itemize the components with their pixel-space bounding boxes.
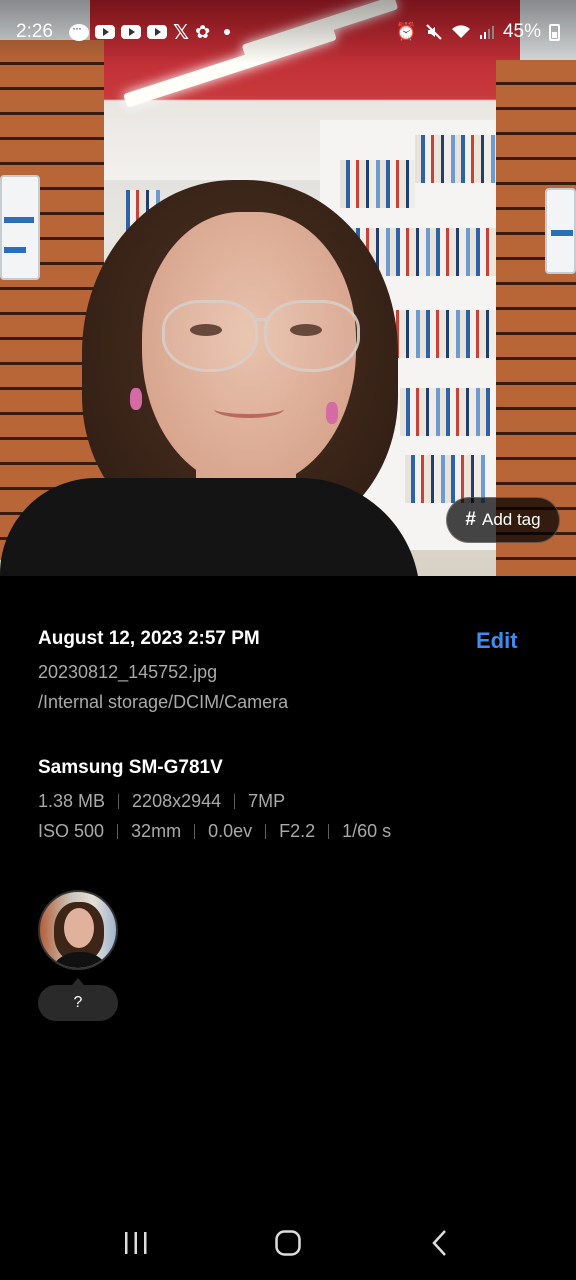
face-thumbnail[interactable] xyxy=(38,890,118,970)
camera-shutter-speed: 1/60 s xyxy=(342,821,392,841)
hash-icon: # xyxy=(465,509,476,530)
recents-button[interactable] xyxy=(106,1213,166,1273)
file-megapixels: 7MP xyxy=(248,791,286,811)
status-bar: 2:26 𝕏 ✿ ⏰ 45% xyxy=(0,0,576,64)
unknown-person-label[interactable]: ? xyxy=(38,978,118,1021)
separator xyxy=(265,824,267,839)
photo-books xyxy=(340,160,415,208)
dot-icon xyxy=(224,29,231,35)
separator xyxy=(234,794,236,809)
photo-earring xyxy=(326,402,338,424)
camera-exposure-value: 0.0ev xyxy=(208,821,253,841)
battery-icon xyxy=(549,23,560,41)
alarm-icon: ⏰ xyxy=(395,22,417,41)
photo-filename: 20230812_145752.jpg xyxy=(38,662,218,682)
camera-iso: ISO 500 xyxy=(38,821,105,841)
status-time: 2:26 xyxy=(16,21,53,42)
recents-icon xyxy=(125,1231,147,1254)
wifi-icon xyxy=(451,24,471,40)
separator xyxy=(194,824,196,839)
photo-sign-right xyxy=(545,188,576,274)
photo-details-screen: 2:26 𝕏 ✿ ⏰ 45% # Add tag xyxy=(0,0,576,1280)
photo-books xyxy=(415,135,505,183)
file-info-row: 1.38 MB 2208x2944 7MP xyxy=(38,791,285,812)
settings-bug-icon: ✿ xyxy=(195,21,211,42)
separator xyxy=(118,794,120,809)
youtube-icon xyxy=(94,25,115,39)
photo-books xyxy=(400,388,490,436)
photo-earring xyxy=(130,388,142,410)
photo-glasses-lens xyxy=(264,300,360,372)
home-button[interactable] xyxy=(258,1213,318,1273)
photo-books xyxy=(405,455,485,503)
photo-date-time: August 12, 2023 2:57 PM xyxy=(38,628,260,649)
camera-aperture: F2.2 xyxy=(279,821,316,841)
photo-preview[interactable] xyxy=(0,0,576,576)
x-icon: 𝕏 xyxy=(172,21,190,44)
camera-info-row: ISO 500 32mm 0.0ev F2.2 1/60 s xyxy=(38,821,391,842)
battery-percent: 45% xyxy=(502,21,541,42)
device-model: Samsung SM-G781V xyxy=(38,757,223,778)
photo-sign-left xyxy=(0,175,40,280)
photo-glasses-bridge xyxy=(256,318,268,321)
file-size: 1.38 MB xyxy=(38,791,106,811)
camera-focal-length: 32mm xyxy=(131,821,182,841)
separator xyxy=(328,824,330,839)
youtube-icon xyxy=(120,25,141,39)
add-tag-label: Add tag xyxy=(481,510,541,529)
home-icon xyxy=(275,1229,301,1256)
file-resolution: 2208x2944 xyxy=(132,791,222,811)
back-icon xyxy=(432,1229,446,1256)
add-tag-button[interactable]: # Add tag xyxy=(446,497,560,543)
edit-button[interactable]: Edit xyxy=(476,628,518,654)
youtube-icon xyxy=(146,25,167,39)
separator xyxy=(117,824,119,839)
photo-person-mouth xyxy=(214,400,284,418)
back-button[interactable] xyxy=(410,1213,470,1273)
photo-path: /Internal storage/DCIM/Camera xyxy=(38,692,289,712)
mute-icon xyxy=(425,23,443,41)
photo-person-shirt xyxy=(0,478,420,576)
signal-icon xyxy=(479,24,495,40)
chat-icon xyxy=(68,21,89,41)
photo-glasses-lens xyxy=(162,300,258,372)
navigation-bar xyxy=(0,1205,576,1280)
